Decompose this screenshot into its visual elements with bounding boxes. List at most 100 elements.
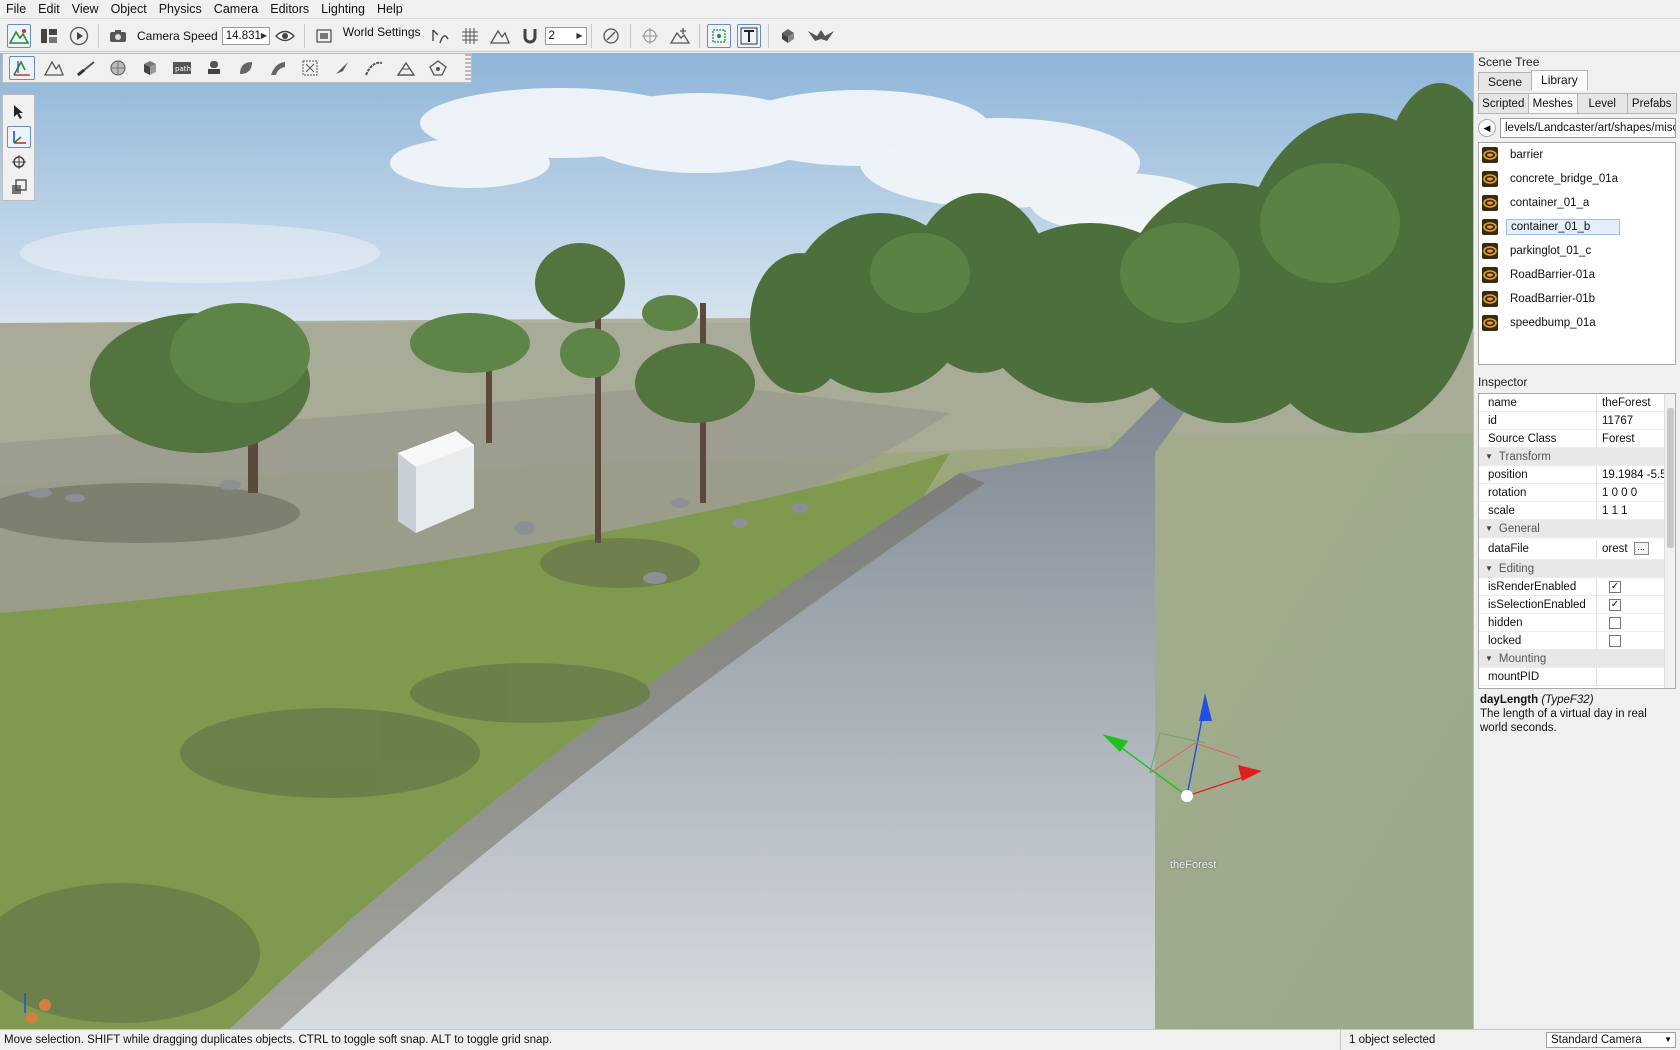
terrain-editor-icon[interactable]: [7, 23, 31, 48]
browse-button[interactable]: ...: [1633, 542, 1649, 555]
mesh-list-item[interactable]: container_01_a: [1479, 191, 1675, 215]
camera-speed-field[interactable]: 14.831 ▶: [221, 26, 270, 45]
object-center-icon[interactable]: [638, 24, 662, 48]
play-game-icon[interactable]: [67, 24, 91, 48]
menu-view[interactable]: View: [66, 0, 105, 19]
group-transform[interactable]: ▼ Transform: [1479, 448, 1675, 466]
camera-icon[interactable]: [106, 24, 130, 48]
mountain-snap-icon[interactable]: [488, 24, 512, 48]
mesh-road-icon[interactable]: [361, 56, 387, 80]
move-tool-icon[interactable]: [6, 126, 31, 148]
inspector-row-render-enabled[interactable]: isRenderEnabled ✓: [1479, 577, 1675, 596]
collapse-triangle-icon[interactable]: ▼: [1485, 524, 1493, 533]
material-sphere-icon[interactable]: [105, 56, 131, 80]
inspector-row-name[interactable]: name theForest: [1479, 394, 1675, 412]
select-arrow-icon[interactable]: [7, 101, 31, 122]
menu-camera[interactable]: Camera: [208, 0, 264, 19]
tab-scripted[interactable]: Scripted: [1478, 93, 1529, 114]
menu-edit[interactable]: Edit: [32, 0, 66, 19]
tab-library[interactable]: Library: [1531, 70, 1588, 91]
inspector-row-hidden[interactable]: hidden: [1479, 613, 1675, 632]
terrain-paint-icon[interactable]: [73, 56, 99, 80]
tab-prefabs[interactable]: Prefabs: [1626, 93, 1677, 114]
mesh-cube-icon[interactable]: [137, 56, 163, 80]
inspector-row-scale[interactable]: scale 1 1 1: [1479, 501, 1675, 520]
layout-icon[interactable]: [37, 24, 61, 48]
forest-stamp-icon[interactable]: [201, 56, 227, 80]
checkbox-hidden[interactable]: [1609, 616, 1621, 629]
tab-level[interactable]: Level: [1577, 93, 1628, 114]
inspector-row-id[interactable]: id 11767: [1479, 411, 1675, 430]
scale-tool-icon[interactable]: [7, 177, 31, 198]
toolbar-grip[interactable]: [465, 54, 471, 84]
drop-object-icon[interactable]: [776, 24, 800, 48]
inspector-row-source-class[interactable]: Source Class Forest: [1479, 429, 1675, 448]
world-transform-icon[interactable]: [668, 24, 692, 48]
menu-physics[interactable]: Physics: [153, 0, 208, 19]
group-mounting[interactable]: ▼ Mounting: [1479, 650, 1675, 668]
mesh-list-item[interactable]: speedbump_01a: [1479, 311, 1675, 335]
mesh-list-item[interactable]: parkinglot_01_c: [1479, 239, 1675, 263]
inspector-row-locked[interactable]: locked: [1479, 631, 1675, 650]
checkbox-selection-enabled[interactable]: ✓: [1609, 598, 1621, 611]
rotate-tool-icon[interactable]: [7, 152, 31, 173]
visibility-eye-icon[interactable]: [273, 24, 297, 48]
navmesh-icon[interactable]: [393, 56, 419, 80]
prop-value[interactable]: orest: [1602, 540, 1628, 558]
inspector-row-position[interactable]: position 19.1984 -5.5: [1479, 465, 1675, 484]
inspector-row-datafile[interactable]: dataFile orest ...: [1479, 538, 1675, 560]
road-editor-icon[interactable]: [265, 56, 291, 80]
leaf-brush-icon[interactable]: [233, 56, 259, 80]
magnet-icon[interactable]: [518, 24, 542, 48]
inspector-row-mountpid[interactable]: mountPID: [1479, 667, 1675, 686]
mesh-list-item[interactable]: RoadBarrier-01a: [1479, 263, 1675, 287]
world-settings-label[interactable]: World Settings: [343, 25, 421, 39]
menu-editors[interactable]: Editors: [264, 0, 315, 19]
camera-mode-select[interactable]: Standard Camera ▼: [1546, 1032, 1676, 1048]
screenshot-icon[interactable]: [312, 24, 336, 48]
path-editor-icon[interactable]: path: [169, 56, 195, 80]
menu-help[interactable]: Help: [371, 0, 409, 19]
selection-count: 1 object selected: [1340, 1030, 1540, 1050]
grid-snap-icon[interactable]: [458, 24, 482, 48]
selection-center-icon[interactable]: [706, 23, 731, 48]
terrain-sculpt-icon[interactable]: [41, 56, 67, 80]
scrollbar-thumb[interactable]: [1667, 408, 1674, 548]
mesh-list-item[interactable]: container_01_b: [1479, 215, 1675, 239]
group-general[interactable]: ▼ General: [1479, 520, 1675, 538]
spin-right-icon[interactable]: ▶: [576, 31, 582, 40]
bounds-icon[interactable]: [599, 24, 623, 48]
spin-right-icon[interactable]: ▶: [261, 31, 267, 40]
grid-size-field[interactable]: 2 ▶: [544, 26, 587, 45]
back-arrow-icon[interactable]: ◀: [1478, 119, 1496, 137]
collapse-triangle-icon[interactable]: ▼: [1485, 452, 1493, 461]
help-field-name: dayLength: [1480, 694, 1539, 706]
physics-eagle-icon[interactable]: [806, 24, 836, 48]
inspector-scrollbar[interactable]: [1664, 394, 1675, 688]
text-labels-icon[interactable]: [736, 23, 761, 48]
tab-meshes[interactable]: Meshes: [1527, 93, 1578, 114]
mesh-list-item[interactable]: RoadBarrier-01b: [1479, 287, 1675, 311]
menu-lighting[interactable]: Lighting: [315, 0, 371, 19]
group-header: ▼ Mounting: [1479, 653, 1546, 665]
tab-scene[interactable]: Scene: [1478, 72, 1533, 91]
group-editing[interactable]: ▼ Editing: [1479, 560, 1675, 578]
river-editor-icon[interactable]: [329, 56, 355, 80]
camera-speed-label: Camera Speed: [137, 28, 218, 43]
object-editor-icon[interactable]: [9, 56, 35, 80]
menu-object[interactable]: Object: [105, 0, 153, 19]
snap-to-terrain-icon[interactable]: [428, 24, 452, 48]
mesh-list-item[interactable]: concrete_bridge_01a: [1479, 167, 1675, 191]
checkbox-render-enabled[interactable]: ✓: [1609, 580, 1621, 593]
scene-viewport[interactable]: theForest: [0, 53, 1473, 1029]
collapse-triangle-icon[interactable]: ▼: [1485, 654, 1493, 663]
inspector-row-selection-enabled[interactable]: isSelectionEnabled ✓: [1479, 595, 1675, 614]
collapse-triangle-icon[interactable]: ▼: [1485, 564, 1493, 573]
menu-file[interactable]: File: [0, 0, 32, 19]
library-path-field[interactable]: levels/Landcaster/art/shapes/misc: [1500, 118, 1676, 138]
checkbox-locked[interactable]: [1609, 634, 1621, 647]
particle-editor-icon[interactable]: [425, 56, 451, 80]
inspector-row-rotation[interactable]: rotation 1 0 0 0: [1479, 483, 1675, 502]
decal-editor-icon[interactable]: [297, 56, 323, 80]
mesh-list-item[interactable]: barrier: [1479, 143, 1675, 167]
